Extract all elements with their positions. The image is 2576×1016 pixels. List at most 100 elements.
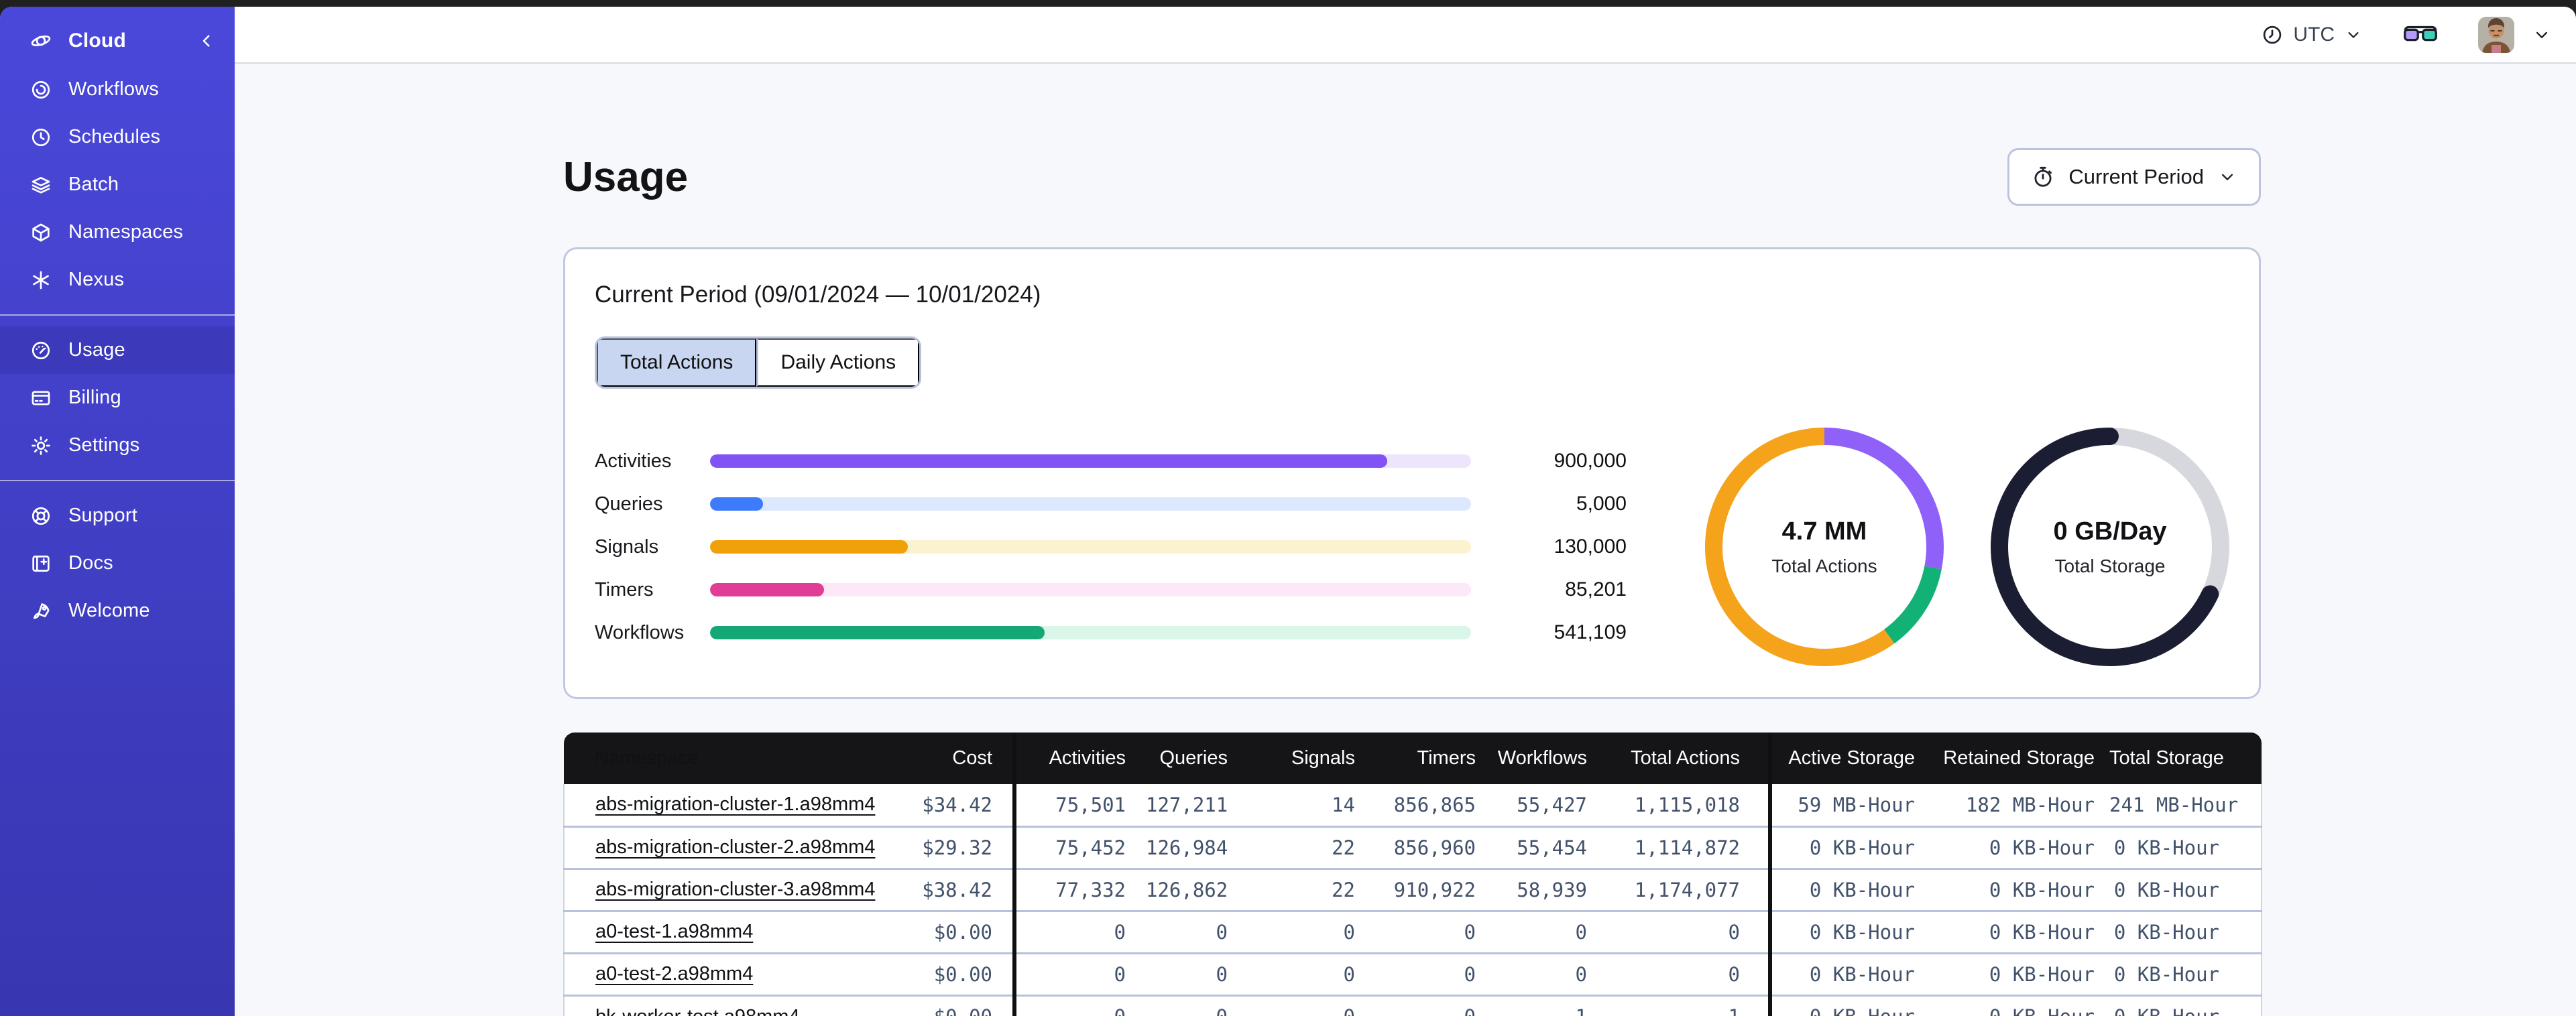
cell-timers: 0 bbox=[1375, 952, 1496, 995]
cell-retained-storage: 0 KB-Hour bbox=[1930, 994, 2109, 1016]
current-period-card: Current Period (09/01/2024 — 10/01/2024)… bbox=[563, 247, 2261, 699]
sidebar-item-usage[interactable]: Usage bbox=[0, 326, 235, 374]
sidebar-item-label: Billing bbox=[68, 387, 121, 408]
cell-retained-storage: 0 KB-Hour bbox=[1930, 909, 2109, 953]
app-window: Cloud Workflows Schedules Batch Namespaces N… bbox=[0, 7, 2576, 1016]
cell-workflows: 0 bbox=[1496, 952, 1607, 995]
brand-label: Cloud bbox=[68, 29, 126, 52]
column-header-signals: Signals bbox=[1248, 733, 1375, 784]
period-selector-button[interactable]: Current Period bbox=[2007, 148, 2261, 206]
sidebar-collapse-button[interactable] bbox=[196, 30, 217, 52]
sidebar-item-namespaces[interactable]: Namespaces bbox=[0, 208, 235, 256]
cell-cost: $0.00 bbox=[884, 952, 1014, 995]
cell-cost: $0.00 bbox=[884, 909, 1014, 953]
namespace-cell: a0-test-1.a98mm4 bbox=[563, 909, 884, 953]
cell-total-actions: 1,114,872 bbox=[1607, 825, 1770, 869]
donut-total-storage: 0 GB/Day Total Storage bbox=[1991, 428, 2229, 666]
cell-timers: 0 bbox=[1375, 994, 1496, 1016]
cell-signals: 0 bbox=[1248, 952, 1375, 995]
batch-icon bbox=[30, 174, 52, 196]
column-header-active-storage: Active Storage bbox=[1768, 733, 1930, 784]
cell-active-storage: 59 MB-Hour bbox=[1768, 784, 1930, 826]
bar-label: Timers bbox=[595, 578, 654, 600]
bar-label: Activities bbox=[595, 450, 672, 472]
sidebar-item-label: Usage bbox=[68, 339, 125, 361]
cell-total-actions: 0 bbox=[1607, 952, 1770, 995]
cell-active-storage: 0 KB-Hour bbox=[1768, 825, 1930, 869]
cell-activities: 75,452 bbox=[1012, 825, 1146, 869]
table-row: a0-test-2.a98mm4 $0.00 0 0 0 0 0 0 0 KB-Hour 0 KB… bbox=[563, 952, 2262, 995]
cell-total-actions: 1,174,077 bbox=[1607, 867, 1770, 911]
cell-queries: 0 bbox=[1146, 909, 1248, 953]
column-header-retained-storage: Retained Storage bbox=[1930, 733, 2109, 784]
namespace-link[interactable]: abs-migration-cluster-1.a98mm4 bbox=[595, 793, 875, 815]
sidebar-item-label: Settings bbox=[68, 434, 140, 456]
column-header-queries: Queries bbox=[1146, 733, 1248, 784]
table-row: a0-test-1.a98mm4 $0.00 0 0 0 0 0 0 0 KB-Hour 0 KB… bbox=[563, 909, 2262, 953]
cell-total-storage: 0 KB-Hour bbox=[2109, 994, 2262, 1016]
namespace-link[interactable]: a0-test-1.a98mm4 bbox=[595, 921, 753, 942]
user-avatar[interactable] bbox=[2478, 16, 2514, 53]
sidebar-divider bbox=[0, 314, 235, 316]
account-menu-chevron[interactable] bbox=[2532, 25, 2552, 45]
table-body: abs-migration-cluster-1.a98mm4 $34.42 75,5… bbox=[563, 784, 2262, 1016]
cell-active-storage: 0 KB-Hour bbox=[1768, 994, 1930, 1016]
cell-cost: $38.42 bbox=[884, 867, 1014, 911]
column-header-activities: Activities bbox=[1012, 733, 1146, 784]
donut-total-actions: 4.7 MM Total Actions bbox=[1705, 428, 1944, 666]
namespace-link[interactable]: a0-test-2.a98mm4 bbox=[595, 963, 753, 985]
cell-queries: 126,984 bbox=[1146, 825, 1248, 869]
namespace-cell: bk-worker-test.a98mm4 bbox=[563, 994, 884, 1016]
tab-total-actions[interactable]: Total Actions bbox=[597, 338, 757, 387]
namespace-link[interactable]: bk-worker-test.a98mm4 bbox=[595, 1006, 800, 1016]
column-header-namespace: Namespace bbox=[564, 733, 884, 784]
bar-fill bbox=[710, 540, 909, 554]
sidebar-item-workflows[interactable]: Workflows bbox=[0, 66, 235, 113]
cell-activities: 0 bbox=[1012, 994, 1146, 1016]
cell-cost: $34.42 bbox=[884, 784, 1014, 826]
namespace-usage-table: Namespace Cost Activities Queries Signals Tim… bbox=[563, 733, 2262, 1016]
sidebar-item-docs[interactable]: Docs bbox=[0, 539, 235, 587]
cell-signals: 0 bbox=[1248, 994, 1375, 1016]
cell-workflows: 55,427 bbox=[1496, 784, 1607, 826]
sidebar-item-nexus[interactable]: Nexus bbox=[0, 256, 235, 304]
bar-track bbox=[710, 540, 1471, 554]
sidebar-item-schedules[interactable]: Schedules bbox=[0, 113, 235, 161]
support-icon bbox=[30, 505, 52, 527]
bar-row-activities: Activities 900,000 bbox=[595, 450, 1631, 472]
cell-queries: 127,211 bbox=[1146, 784, 1248, 826]
sidebar-item-label: Welcome bbox=[68, 600, 150, 621]
cell-total-storage: 241 MB-Hour bbox=[2109, 784, 2262, 826]
tab-daily-actions[interactable]: Daily Actions bbox=[756, 338, 920, 387]
namespace-link[interactable]: abs-migration-cluster-3.a98mm4 bbox=[595, 879, 875, 900]
glasses-icon[interactable] bbox=[2403, 23, 2438, 46]
cell-total-storage: 0 KB-Hour bbox=[2109, 867, 2262, 911]
welcome-icon bbox=[30, 600, 52, 623]
chevron-down-icon bbox=[2536, 31, 2548, 38]
bar-fill bbox=[710, 583, 825, 596]
sidebar-item-label: Support bbox=[68, 505, 137, 526]
sidebar-item-billing[interactable]: Billing bbox=[0, 374, 235, 422]
timezone-selector[interactable]: UTC bbox=[2261, 23, 2363, 46]
cell-retained-storage: 182 MB-Hour bbox=[1930, 784, 2109, 826]
cell-workflows: 55,454 bbox=[1496, 825, 1607, 869]
bar-value: 900,000 bbox=[1554, 450, 1627, 472]
cell-active-storage: 0 KB-Hour bbox=[1768, 867, 1930, 911]
table-row: bk-worker-test.a98mm4$0.000000110 KB-Hou… bbox=[563, 994, 2262, 1016]
sidebar-item-settings[interactable]: Settings bbox=[0, 422, 235, 469]
table-header-row: Namespace Cost Activities Queries Signals Tim… bbox=[564, 733, 2262, 784]
column-header-total-storage: Total Storage bbox=[2109, 733, 2262, 784]
cell-activities: 0 bbox=[1012, 909, 1146, 953]
sidebar-item-support[interactable]: Support bbox=[0, 492, 235, 539]
cell-total-actions: 1,115,018 bbox=[1607, 784, 1770, 826]
cell-activities: 75,501 bbox=[1012, 784, 1146, 826]
sidebar-item-label: Batch bbox=[68, 174, 119, 195]
namespace-cell: a0-test-2.a98mm4 bbox=[563, 952, 884, 995]
sidebar-item-welcome[interactable]: Welcome bbox=[0, 587, 235, 635]
cell-total-actions: 0 bbox=[1607, 909, 1770, 953]
cell-signals: 14 bbox=[1248, 784, 1375, 826]
sidebar-item-label: Schedules bbox=[68, 126, 161, 147]
table-row: abs-migration-cluster-2.a98mm4 $29.32 75,4… bbox=[563, 825, 2262, 869]
namespace-link[interactable]: abs-migration-cluster-2.a98mm4 bbox=[595, 836, 875, 858]
sidebar-item-batch[interactable]: Batch bbox=[0, 161, 235, 208]
